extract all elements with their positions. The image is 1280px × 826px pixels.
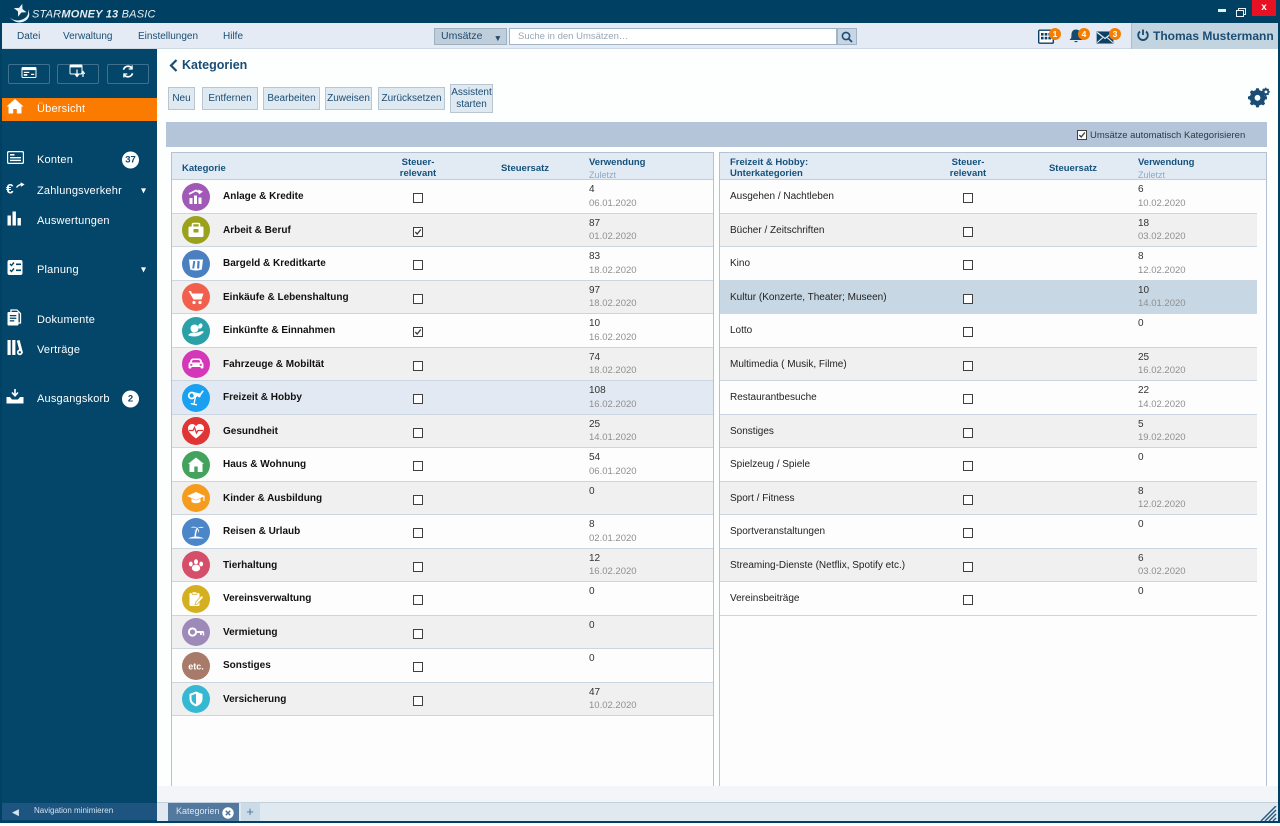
svg-text:€: € [6, 182, 14, 197]
svg-text:STARMONEY 13 BASIC: STARMONEY 13 BASIC [32, 9, 156, 21]
svg-text:etc.: etc. [188, 661, 204, 671]
